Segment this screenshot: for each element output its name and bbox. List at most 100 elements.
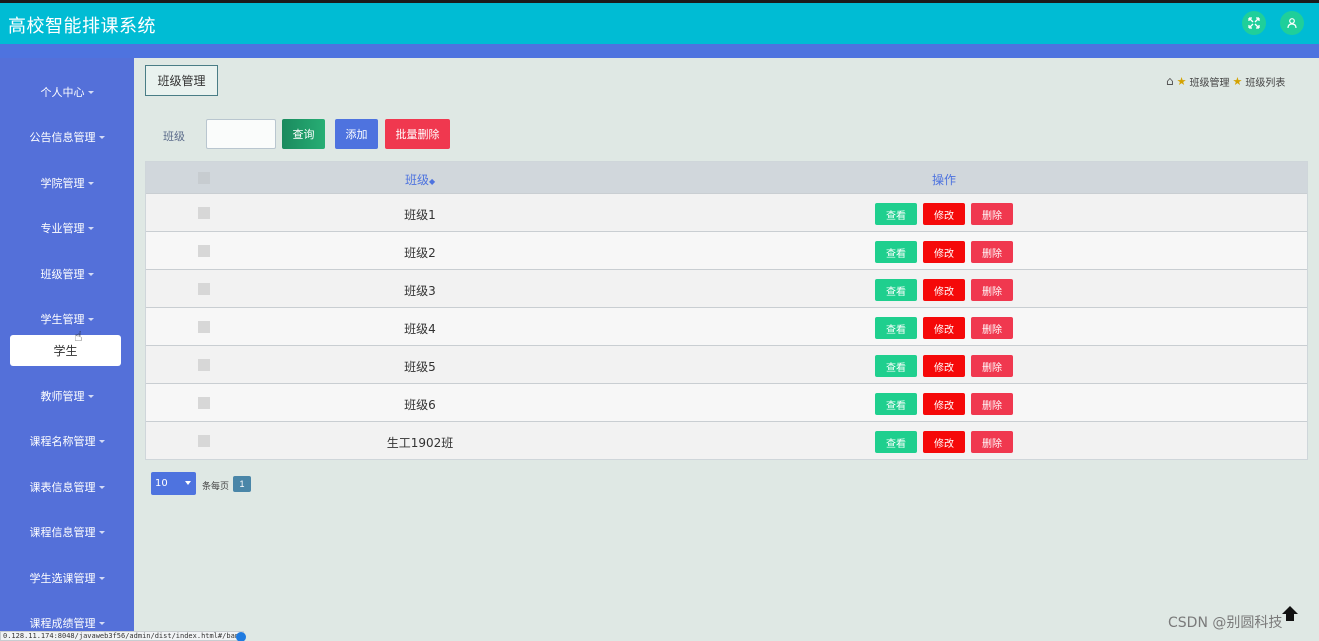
sidebar: 个人中心 公告信息管理 学院管理 专业管理 班级管理 学生管理 学生 教师管理 … <box>0 58 134 641</box>
table-row: 班级6 查看 修改 删除 <box>146 383 1307 421</box>
row-checkbox[interactable] <box>198 283 210 295</box>
status-dot-icon <box>236 632 246 641</box>
row-checkbox[interactable] <box>198 435 210 447</box>
sidebar-item-label: 课程成绩管理 <box>29 617 96 630</box>
sidebar-item-teacher-management[interactable]: 教师管理 <box>0 386 134 406</box>
sidebar-item-personal-center[interactable]: 个人中心 <box>0 82 134 102</box>
search-button[interactable]: 查询 <box>282 119 325 149</box>
caret-down-icon <box>87 226 94 230</box>
delete-button[interactable]: 删除 <box>971 241 1013 263</box>
select-all-checkbox[interactable] <box>198 172 210 184</box>
class-table: 班级◆ 操作 班级1 查看 修改 删除 班级2 查看 修改 删除 班级3 查看 … <box>145 161 1308 460</box>
edit-button[interactable]: 修改 <box>923 393 965 415</box>
class-name-cell: 班级4 <box>404 322 436 336</box>
sidebar-item-college-management[interactable]: 学院管理 <box>0 173 134 193</box>
expand-arrows-icon <box>1248 17 1260 29</box>
edit-button[interactable]: 修改 <box>923 431 965 453</box>
sidebar-item-label: 课程信息管理 <box>29 526 96 539</box>
class-name-cell: 班级1 <box>404 208 436 222</box>
view-button[interactable]: 查看 <box>875 317 917 339</box>
delete-button[interactable]: 删除 <box>971 279 1013 301</box>
class-name-cell: 班级6 <box>404 398 436 412</box>
delete-button[interactable]: 删除 <box>971 203 1013 225</box>
page-size-value: 10 <box>155 478 168 489</box>
sidebar-item-student-management[interactable]: 学生管理 <box>0 309 134 329</box>
header-accent-bar <box>0 44 1319 58</box>
sidebar-item-label: 班级管理 <box>40 268 85 281</box>
home-icon[interactable]: ⌂ <box>1166 74 1174 88</box>
app-title: 高校智能排课系统 <box>8 16 156 37</box>
view-button[interactable]: 查看 <box>875 279 917 301</box>
table-row: 班级3 查看 修改 删除 <box>146 269 1307 307</box>
row-checkbox[interactable] <box>198 397 210 409</box>
row-checkbox[interactable] <box>198 245 210 257</box>
column-header-label: 班级 <box>405 173 430 187</box>
sidebar-item-schedule-management[interactable]: 课表信息管理 <box>0 477 134 497</box>
add-button[interactable]: 添加 <box>335 119 378 149</box>
caret-down-icon <box>87 394 94 398</box>
delete-button[interactable]: 删除 <box>971 355 1013 377</box>
delete-button[interactable]: 删除 <box>971 393 1013 415</box>
sidebar-item-class-management[interactable]: 班级管理 <box>0 264 134 284</box>
caret-down-icon <box>87 272 94 276</box>
view-button[interactable]: 查看 <box>875 203 917 225</box>
caret-down-icon <box>87 317 94 321</box>
sidebar-item-grade-management[interactable]: 课程成绩管理 <box>0 613 134 633</box>
edit-button[interactable]: 修改 <box>923 355 965 377</box>
row-checkbox[interactable] <box>198 321 210 333</box>
column-header-ops: 操作 <box>932 173 957 187</box>
column-header-class[interactable]: 班级◆ <box>405 171 435 188</box>
sidebar-item-label: 个人中心 <box>40 86 85 99</box>
row-checkbox[interactable] <box>198 207 210 219</box>
edit-button[interactable]: 修改 <box>923 279 965 301</box>
edit-button[interactable]: 修改 <box>923 241 965 263</box>
sidebar-item-label: 学生选课管理 <box>29 572 96 585</box>
caret-down-icon <box>87 181 94 185</box>
edit-button[interactable]: 修改 <box>923 203 965 225</box>
row-checkbox[interactable] <box>198 359 210 371</box>
view-button[interactable]: 查看 <box>875 393 917 415</box>
sidebar-item-major-management[interactable]: 专业管理 <box>0 218 134 238</box>
sidebar-item-course-selection-management[interactable]: 学生选课管理 <box>0 568 134 588</box>
caret-down-icon <box>98 485 105 489</box>
batch-delete-button[interactable]: 批量删除 <box>385 119 450 149</box>
page-tab[interactable]: 班级管理 <box>145 65 218 96</box>
breadcrumb-item[interactable]: 班级管理 <box>1190 74 1230 89</box>
sort-icon[interactable]: ◆ <box>429 177 435 186</box>
fullscreen-icon[interactable] <box>1242 11 1266 35</box>
chevron-down-icon <box>185 481 191 485</box>
status-bar-url: 0.128.11.174:8048/javaweb3f56/admin/dist… <box>0 631 244 641</box>
page-number-button[interactable]: 1 <box>233 476 251 492</box>
sidebar-item-label: 课程名称管理 <box>29 435 96 448</box>
delete-button[interactable]: 删除 <box>971 317 1013 339</box>
table-row: 班级2 查看 修改 删除 <box>146 231 1307 269</box>
view-button[interactable]: 查看 <box>875 241 917 263</box>
user-icon[interactable] <box>1280 11 1304 35</box>
view-button[interactable]: 查看 <box>875 431 917 453</box>
back-to-top-icon[interactable] <box>1280 604 1300 624</box>
class-search-input[interactable] <box>206 119 276 149</box>
sidebar-item-label: 课表信息管理 <box>29 481 96 494</box>
table-row: 班级5 查看 修改 删除 <box>146 345 1307 383</box>
sidebar-item-course-name-management[interactable]: 课程名称管理 <box>0 431 134 451</box>
caret-down-icon <box>98 621 105 625</box>
caret-down-icon <box>98 576 105 580</box>
star-icon: ★ <box>1176 74 1187 88</box>
edit-button[interactable]: 修改 <box>923 317 965 339</box>
caret-down-icon <box>98 135 105 139</box>
sidebar-item-label: 公告信息管理 <box>29 131 96 144</box>
sidebar-item-label: 学生管理 <box>40 313 85 326</box>
delete-button[interactable]: 删除 <box>971 431 1013 453</box>
per-page-label: 条每页 <box>202 482 230 492</box>
class-name-cell: 班级3 <box>404 284 436 298</box>
page-size-select[interactable]: 10 <box>151 472 196 495</box>
hand-cursor-icon: ☝ <box>74 328 83 344</box>
caret-down-icon <box>87 90 94 94</box>
submenu-item-student[interactable]: 学生 <box>10 335 121 366</box>
sidebar-item-course-info-management[interactable]: 课程信息管理 <box>0 522 134 542</box>
sidebar-item-notice-management[interactable]: 公告信息管理 <box>0 127 134 147</box>
sidebar-item-label: 教师管理 <box>40 390 85 403</box>
view-button[interactable]: 查看 <box>875 355 917 377</box>
class-name-cell: 生工1902班 <box>386 436 454 450</box>
star-icon: ★ <box>1232 74 1243 88</box>
